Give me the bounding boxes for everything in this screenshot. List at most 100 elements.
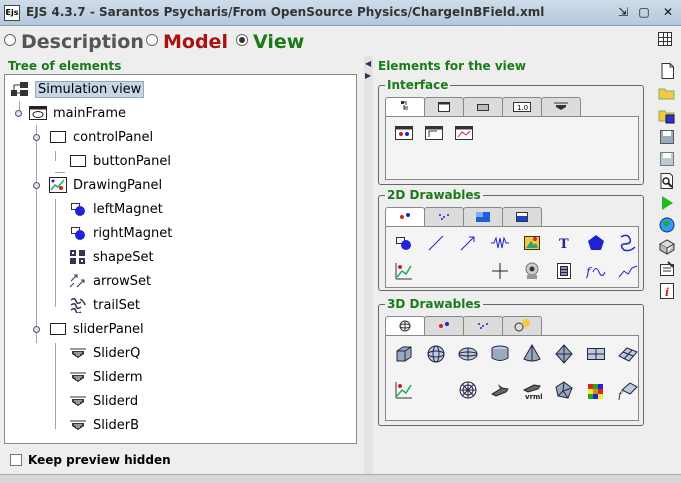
- image-element-icon[interactable]: [522, 233, 542, 253]
- tab-other-3d[interactable]: [502, 316, 542, 335]
- ellipsoid-element-icon[interactable]: [458, 344, 478, 364]
- tree-item-rightmagnet[interactable]: rightMagnet: [69, 222, 172, 244]
- tab-basic-3d[interactable]: [385, 316, 425, 335]
- tree-item-drawingpanel[interactable]: DrawingPanel: [49, 174, 162, 196]
- package-icon[interactable]: [658, 238, 676, 256]
- save-icon[interactable]: [658, 128, 676, 146]
- tree-item-sliderd[interactable]: Sliderd: [69, 390, 138, 412]
- radio-model[interactable]: [146, 34, 158, 46]
- plotting-panel-element-icon[interactable]: [454, 123, 474, 143]
- trail-element-icon[interactable]: [618, 233, 638, 253]
- mode-view-label: View: [253, 31, 305, 53]
- tab-fields[interactable]: 1.0: [502, 97, 542, 116]
- spring-element-icon[interactable]: [490, 233, 510, 253]
- function-element-icon[interactable]: f: [585, 261, 606, 281]
- tab-sliders[interactable]: [541, 97, 581, 116]
- mode-model-label: Model: [163, 31, 228, 53]
- collapse-right-icon[interactable]: ▶: [365, 71, 371, 80]
- particle-icon: [69, 225, 87, 241]
- tree-item-mainframe[interactable]: mainFrame: [29, 102, 126, 124]
- run-icon[interactable]: [658, 194, 676, 212]
- text-file-element-icon[interactable]: [554, 261, 574, 281]
- tree-item-shapeset[interactable]: shapeSet: [69, 246, 154, 268]
- particle-element-icon[interactable]: [394, 233, 414, 253]
- expand-handle[interactable]: [33, 134, 40, 141]
- tab-sets-2d[interactable]: [424, 207, 464, 226]
- tab-other-2d[interactable]: [502, 207, 542, 226]
- text-element-icon[interactable]: T: [554, 233, 574, 253]
- plot-element-icon[interactable]: [394, 261, 414, 281]
- tree-item-sliderq[interactable]: SliderQ: [69, 342, 140, 364]
- tab-fields-2d[interactable]: [463, 207, 503, 226]
- tab-windows[interactable]: [424, 97, 464, 116]
- tree-item-leftmagnet[interactable]: leftMagnet: [69, 198, 163, 220]
- drawing-panel-element-icon[interactable]: [424, 123, 444, 143]
- cylinder-element-icon[interactable]: [490, 344, 510, 364]
- cone-element-icon[interactable]: [522, 343, 542, 364]
- radio-description[interactable]: [4, 34, 16, 46]
- expand-handle[interactable]: [15, 110, 22, 117]
- tree-item-trailset[interactable]: trailSet: [69, 294, 140, 316]
- surface-element-icon[interactable]: [618, 344, 638, 364]
- shuttle-element-icon[interactable]: [490, 380, 510, 400]
- plane-element-icon[interactable]: [586, 344, 606, 364]
- mode-description[interactable]: Description: [4, 31, 144, 53]
- tree-item-sliderpanel[interactable]: sliderPanel: [49, 318, 144, 340]
- group-title: 3D Drawables: [385, 297, 483, 311]
- mode-view[interactable]: View: [236, 31, 304, 53]
- collapse-left-icon[interactable]: ◀: [365, 59, 371, 68]
- arrow-element-icon[interactable]: [458, 233, 478, 253]
- keep-preview-hidden[interactable]: Keep preview hidden: [10, 453, 171, 467]
- trace-element-icon[interactable]: [618, 261, 638, 281]
- tab-basic-2d[interactable]: [385, 207, 425, 226]
- plot-3d-element-icon[interactable]: [394, 380, 414, 400]
- tree-item-arrowset[interactable]: arrowSet: [69, 270, 151, 292]
- polyhedron-element-icon[interactable]: [554, 380, 574, 400]
- expand-handle[interactable]: [33, 182, 40, 189]
- tree-item-sliderm[interactable]: Sliderm: [69, 366, 143, 388]
- function-surface-element-icon[interactable]: f: [617, 380, 638, 402]
- polygon-element-icon[interactable]: [586, 233, 606, 253]
- tab-particles-3d[interactable]: [424, 316, 464, 335]
- sphere-element-icon[interactable]: [426, 344, 446, 364]
- expand-handle[interactable]: [33, 326, 40, 333]
- mode-model[interactable]: Model: [146, 31, 228, 53]
- tab-containers[interactable]: [385, 97, 425, 116]
- keep-preview-checkbox[interactable]: [10, 454, 22, 466]
- tree-line: [55, 172, 65, 173]
- segment-element-icon[interactable]: [426, 233, 446, 253]
- keep-preview-label: Keep preview hidden: [28, 453, 171, 467]
- tetrahedron-element-icon[interactable]: [554, 344, 574, 364]
- camera-element-icon[interactable]: [522, 261, 542, 281]
- slider-icon: [69, 417, 87, 433]
- search-icon[interactable]: [658, 172, 676, 190]
- save-as-icon[interactable]: [658, 150, 676, 168]
- tree-item-buttonpanel[interactable]: buttonPanel: [69, 150, 171, 172]
- rubiks-cube-element-icon[interactable]: [586, 380, 606, 400]
- tree-item-label: trailSet: [93, 297, 140, 313]
- radio-view[interactable]: [236, 34, 248, 46]
- info-icon[interactable]: i: [658, 282, 676, 300]
- split-divider[interactable]: ◀ ▶: [364, 56, 373, 474]
- tab-sets-3d[interactable]: [463, 316, 503, 335]
- panel-element-icon[interactable]: [394, 123, 414, 143]
- maximize-icon[interactable]: ▢: [636, 5, 652, 21]
- crosshair-element-icon[interactable]: [490, 261, 510, 281]
- drawables-2d-tabs: [385, 207, 542, 226]
- new-icon[interactable]: [658, 62, 676, 80]
- translate-icon[interactable]: [658, 216, 676, 234]
- close-icon[interactable]: ✕: [660, 5, 676, 21]
- element-tree[interactable]: Simulation view mainFrame controlPanel b…: [4, 74, 357, 444]
- open-icon[interactable]: [658, 84, 676, 102]
- tree-item-sliderb[interactable]: SliderB: [69, 414, 139, 436]
- spiral-element-icon[interactable]: [458, 380, 478, 400]
- options-icon[interactable]: [658, 260, 676, 278]
- tab-buttons[interactable]: [463, 97, 503, 116]
- tree-item-simulation-view[interactable]: Simulation view: [11, 78, 145, 100]
- restore-icon[interactable]: ⇲: [615, 5, 631, 21]
- table-view-icon[interactable]: [658, 32, 672, 46]
- vrml-element-icon[interactable]: vrml: [522, 380, 543, 401]
- box-element-icon[interactable]: [394, 344, 414, 364]
- tree-item-controlpanel[interactable]: controlPanel: [49, 126, 153, 148]
- open-examples-icon[interactable]: [658, 106, 676, 124]
